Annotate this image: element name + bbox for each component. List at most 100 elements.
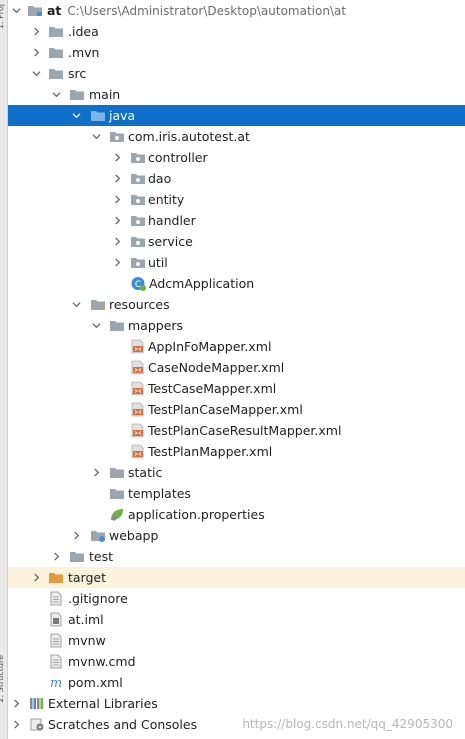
tree-row-handler[interactable]: handler [8, 210, 465, 231]
text-file-icon [48, 654, 64, 669]
chevron-down-icon[interactable] [10, 0, 22, 21]
tree-label: src [68, 66, 87, 81]
tree-row-external-libraries[interactable]: External Libraries [8, 693, 465, 714]
xml-file-icon [130, 444, 146, 459]
folder-icon [109, 465, 125, 480]
root-path: C:\Users\Administrator\Desktop\automatio… [67, 4, 347, 18]
tree-row-mappers[interactable]: mappers [8, 315, 465, 336]
chevron-right-icon[interactable] [70, 525, 82, 546]
chevron-right-icon[interactable] [10, 693, 22, 714]
tree-label: webapp [109, 528, 159, 543]
chevron-right-icon[interactable] [111, 210, 123, 231]
tree-row-resources[interactable]: resources [8, 294, 465, 315]
tree-row-controller[interactable]: controller [8, 147, 465, 168]
chevron-down-icon[interactable] [30, 63, 42, 84]
chevron-right-icon[interactable] [30, 21, 42, 42]
tree-row-xml-file[interactable]: TestPlanCaseResultMapper.xml [8, 420, 465, 441]
tree-label: application.properties [128, 507, 265, 522]
folder-icon [69, 87, 85, 102]
tree-label: CaseNodeMapper.xml [148, 360, 285, 375]
project-tree: at C:\Users\Administrator\Desktop\automat… [8, 0, 465, 735]
tree-row-entity[interactable]: entity [8, 189, 465, 210]
package-icon [130, 213, 146, 228]
tree-row-target[interactable]: target [8, 567, 465, 588]
tree-row-xml-file[interactable]: TestPlanMapper.xml [8, 441, 465, 462]
resources-folder-icon [90, 297, 106, 312]
package-icon [109, 129, 125, 144]
tree-row-idea[interactable]: .idea [8, 21, 465, 42]
tree-row-xml-file[interactable]: TestCaseMapper.xml [8, 378, 465, 399]
tree-label: TestCaseMapper.xml [148, 381, 277, 396]
tree-row-mvnw-cmd[interactable]: mvnw.cmd [8, 651, 465, 672]
module-folder-icon [27, 3, 43, 18]
tree-row-package[interactable]: com.iris.autotest.at [8, 126, 465, 147]
tree-row-gitignore[interactable]: .gitignore [8, 588, 465, 609]
xml-file-icon [130, 360, 146, 375]
tree-row-mvnw[interactable]: mvnw [8, 630, 465, 651]
tree-row-pom[interactable]: m pom.xml [8, 672, 465, 693]
tree-row-static[interactable]: static [8, 462, 465, 483]
xml-file-icon [130, 402, 146, 417]
folder-icon [48, 66, 64, 81]
tree-label: target [68, 570, 107, 585]
tree-row-iml[interactable]: at.iml [8, 609, 465, 630]
tree-row-application-properties[interactable]: application.properties [8, 504, 465, 525]
chevron-down-icon[interactable] [70, 294, 82, 315]
tree-label: entity [148, 192, 185, 207]
chevron-right-icon[interactable] [111, 147, 123, 168]
tree-label: resources [109, 297, 170, 312]
tree-label: handler [148, 213, 196, 228]
tree-label: com.iris.autotest.at [128, 129, 250, 144]
chevron-right-icon[interactable] [30, 42, 42, 63]
libraries-icon [29, 696, 45, 711]
chevron-right-icon[interactable] [111, 168, 123, 189]
tree-row-src[interactable]: src [8, 63, 465, 84]
tree-label: mvnw.cmd [68, 654, 136, 669]
structure-tool-tab[interactable]: 2: Structure [0, 655, 8, 703]
chevron-right-icon[interactable] [111, 231, 123, 252]
chevron-down-icon[interactable] [90, 315, 102, 336]
tree-row-webapp[interactable]: webapp [8, 525, 465, 546]
tree-row-adcm-application[interactable]: C AdcmApplication [8, 273, 465, 294]
project-tool-tab[interactable]: 1: Proj [0, 4, 8, 29]
tree-label: Scratches and Consoles [48, 717, 198, 732]
tree-row-xml-file[interactable]: CaseNodeMapper.xml [8, 357, 465, 378]
tree-label: TestPlanMapper.xml [148, 444, 273, 459]
chevron-down-icon[interactable] [70, 105, 82, 126]
tree-row-mvn[interactable]: .mvn [8, 42, 465, 63]
package-icon [130, 150, 146, 165]
svg-text:m: m [50, 676, 62, 690]
folder-icon [109, 486, 125, 501]
tree-row-java[interactable]: java [8, 105, 465, 126]
chevron-right-icon[interactable] [30, 567, 42, 588]
tree-label: AdcmApplication [149, 276, 255, 291]
tree-row-xml-file[interactable]: TestPlanCaseMapper.xml [8, 399, 465, 420]
root-name: at [47, 3, 62, 18]
chevron-down-icon[interactable] [90, 126, 102, 147]
chevron-right-icon[interactable] [10, 714, 22, 735]
tree-label: TestPlanCaseResultMapper.xml [148, 423, 342, 438]
text-file-icon [48, 591, 64, 606]
tree-row-xml-file[interactable]: AppInFoMapper.xml [8, 336, 465, 357]
xml-file-icon [130, 339, 146, 354]
tree-row-util[interactable]: util [8, 252, 465, 273]
chevron-down-icon[interactable] [50, 84, 62, 105]
package-icon [130, 255, 146, 270]
tree-row-test[interactable]: test [8, 546, 465, 567]
left-tool-strip: 1: Proj 2: Structure [0, 0, 8, 739]
tree-label: .mvn [68, 45, 100, 60]
folder-icon [69, 549, 85, 564]
tree-label: test [89, 549, 114, 564]
chevron-right-icon[interactable] [111, 252, 123, 273]
tree-label: dao [148, 171, 172, 186]
chevron-right-icon[interactable] [50, 546, 62, 567]
tree-row-main[interactable]: main [8, 84, 465, 105]
watermark-text: https://blog.csdn.net/qq_42905300 [242, 717, 453, 731]
tree-row-dao[interactable]: dao [8, 168, 465, 189]
chevron-right-icon[interactable] [90, 462, 102, 483]
tree-row-root[interactable]: at C:\Users\Administrator\Desktop\automat… [8, 0, 465, 21]
tree-label: .gitignore [68, 591, 128, 606]
tree-row-templates[interactable]: templates [8, 483, 465, 504]
tree-row-service[interactable]: service [8, 231, 465, 252]
chevron-right-icon[interactable] [111, 189, 123, 210]
